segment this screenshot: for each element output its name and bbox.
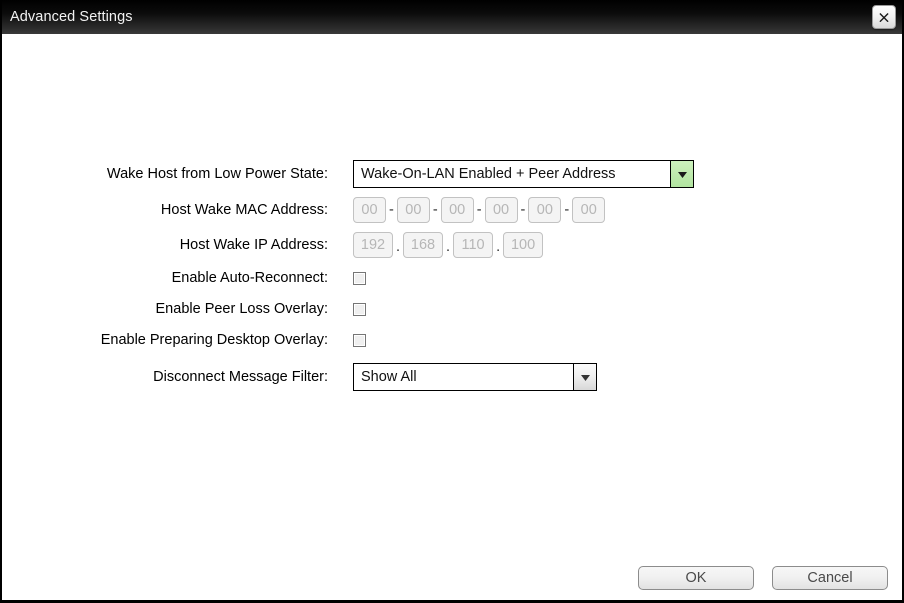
close-button[interactable] (872, 5, 896, 29)
control-disconnect-filter: Show All (353, 363, 597, 391)
mac-octet-6[interactable]: 00 (572, 197, 606, 223)
form-row-wake-host: Wake Host from Low Power State: Wake-On-… (2, 160, 902, 188)
label-peer-loss-overlay: Enable Peer Loss Overlay: (155, 301, 328, 317)
mac-separator-3: - (476, 201, 482, 218)
control-preparing-desktop-overlay (353, 333, 366, 347)
label-disconnect-filter: Disconnect Message Filter: (153, 369, 328, 385)
form-row-disconnect-filter: Disconnect Message Filter: Show All (2, 363, 902, 391)
mac-octet-3[interactable]: 00 (440, 197, 474, 223)
settings-form: Wake Host from Low Power State: Wake-On-… (2, 160, 902, 400)
ip-octet-1[interactable]: 192 (353, 232, 393, 258)
label-wake-host: Wake Host from Low Power State: (106, 166, 328, 182)
close-icon (879, 12, 889, 22)
control-peer-loss-overlay (353, 302, 366, 316)
chevron-down-icon (580, 368, 590, 386)
mac-separator-5: - (564, 201, 570, 218)
disconnect-filter-select[interactable]: Show All (353, 363, 597, 391)
ip-separator-1: . (396, 238, 401, 255)
ip-address-group: 192 . 168 . 110 . 100 (353, 232, 544, 258)
ip-octet-2[interactable]: 168 (403, 232, 444, 258)
control-mac-address: 00 - 00 - 00 - 00 - 00 - 00 (353, 197, 606, 223)
control-ip-address: 192 . 168 . 110 . 100 (353, 232, 544, 258)
cancel-button[interactable]: Cancel (772, 566, 888, 590)
chevron-down-icon (677, 165, 687, 183)
label-auto-reconnect: Enable Auto-Reconnect: (171, 270, 328, 286)
window-title: Advanced Settings (10, 9, 133, 25)
form-row-preparing-desktop-overlay: Enable Preparing Desktop Overlay: (2, 329, 902, 351)
peer-loss-overlay-checkbox[interactable] (353, 302, 366, 316)
label-ip-address: Host Wake IP Address: (179, 237, 328, 253)
advanced-settings-dialog: Advanced Settings Wake Host from Low Pow… (0, 0, 904, 603)
mac-separator-4: - (520, 201, 526, 218)
disconnect-filter-selected-value: Show All (354, 364, 573, 390)
auto-reconnect-checkbox[interactable] (353, 271, 366, 285)
ip-separator-2: . (446, 238, 451, 255)
mac-separator-2: - (432, 201, 438, 218)
mac-octet-4[interactable]: 00 (484, 197, 518, 223)
wake-host-selected-value: Wake-On-LAN Enabled + Peer Address (354, 161, 670, 187)
ok-button[interactable]: OK (638, 566, 754, 590)
title-bar: Advanced Settings (2, 0, 902, 34)
dialog-footer: OK Cancel (638, 566, 888, 590)
mac-address-group: 00 - 00 - 00 - 00 - 00 - 00 (353, 197, 606, 223)
mac-separator-1: - (389, 201, 394, 218)
form-row-mac-address: Host Wake MAC Address: 00 - 00 - 00 - 00… (2, 197, 902, 223)
label-preparing-desktop-overlay: Enable Preparing Desktop Overlay: (100, 332, 328, 348)
wake-host-dropdown-arrow[interactable] (670, 161, 693, 187)
control-auto-reconnect (353, 271, 366, 285)
disconnect-filter-dropdown-arrow[interactable] (573, 364, 596, 390)
form-row-auto-reconnect: Enable Auto-Reconnect: (2, 267, 902, 289)
preparing-desktop-overlay-checkbox[interactable] (353, 333, 366, 347)
wake-host-select[interactable]: Wake-On-LAN Enabled + Peer Address (353, 160, 694, 188)
mac-octet-5[interactable]: 00 (528, 197, 562, 223)
ip-separator-3: . (496, 238, 501, 255)
mac-octet-1[interactable]: 00 (353, 197, 386, 223)
form-row-ip-address: Host Wake IP Address: 192 . 168 . 110 . … (2, 232, 902, 258)
control-wake-host: Wake-On-LAN Enabled + Peer Address (353, 160, 694, 188)
ip-octet-4[interactable]: 100 (503, 232, 544, 258)
mac-octet-2[interactable]: 00 (396, 197, 430, 223)
ip-octet-3[interactable]: 110 (453, 232, 494, 258)
label-mac-address: Host Wake MAC Address: (160, 202, 328, 218)
form-row-peer-loss-overlay: Enable Peer Loss Overlay: (2, 298, 902, 320)
